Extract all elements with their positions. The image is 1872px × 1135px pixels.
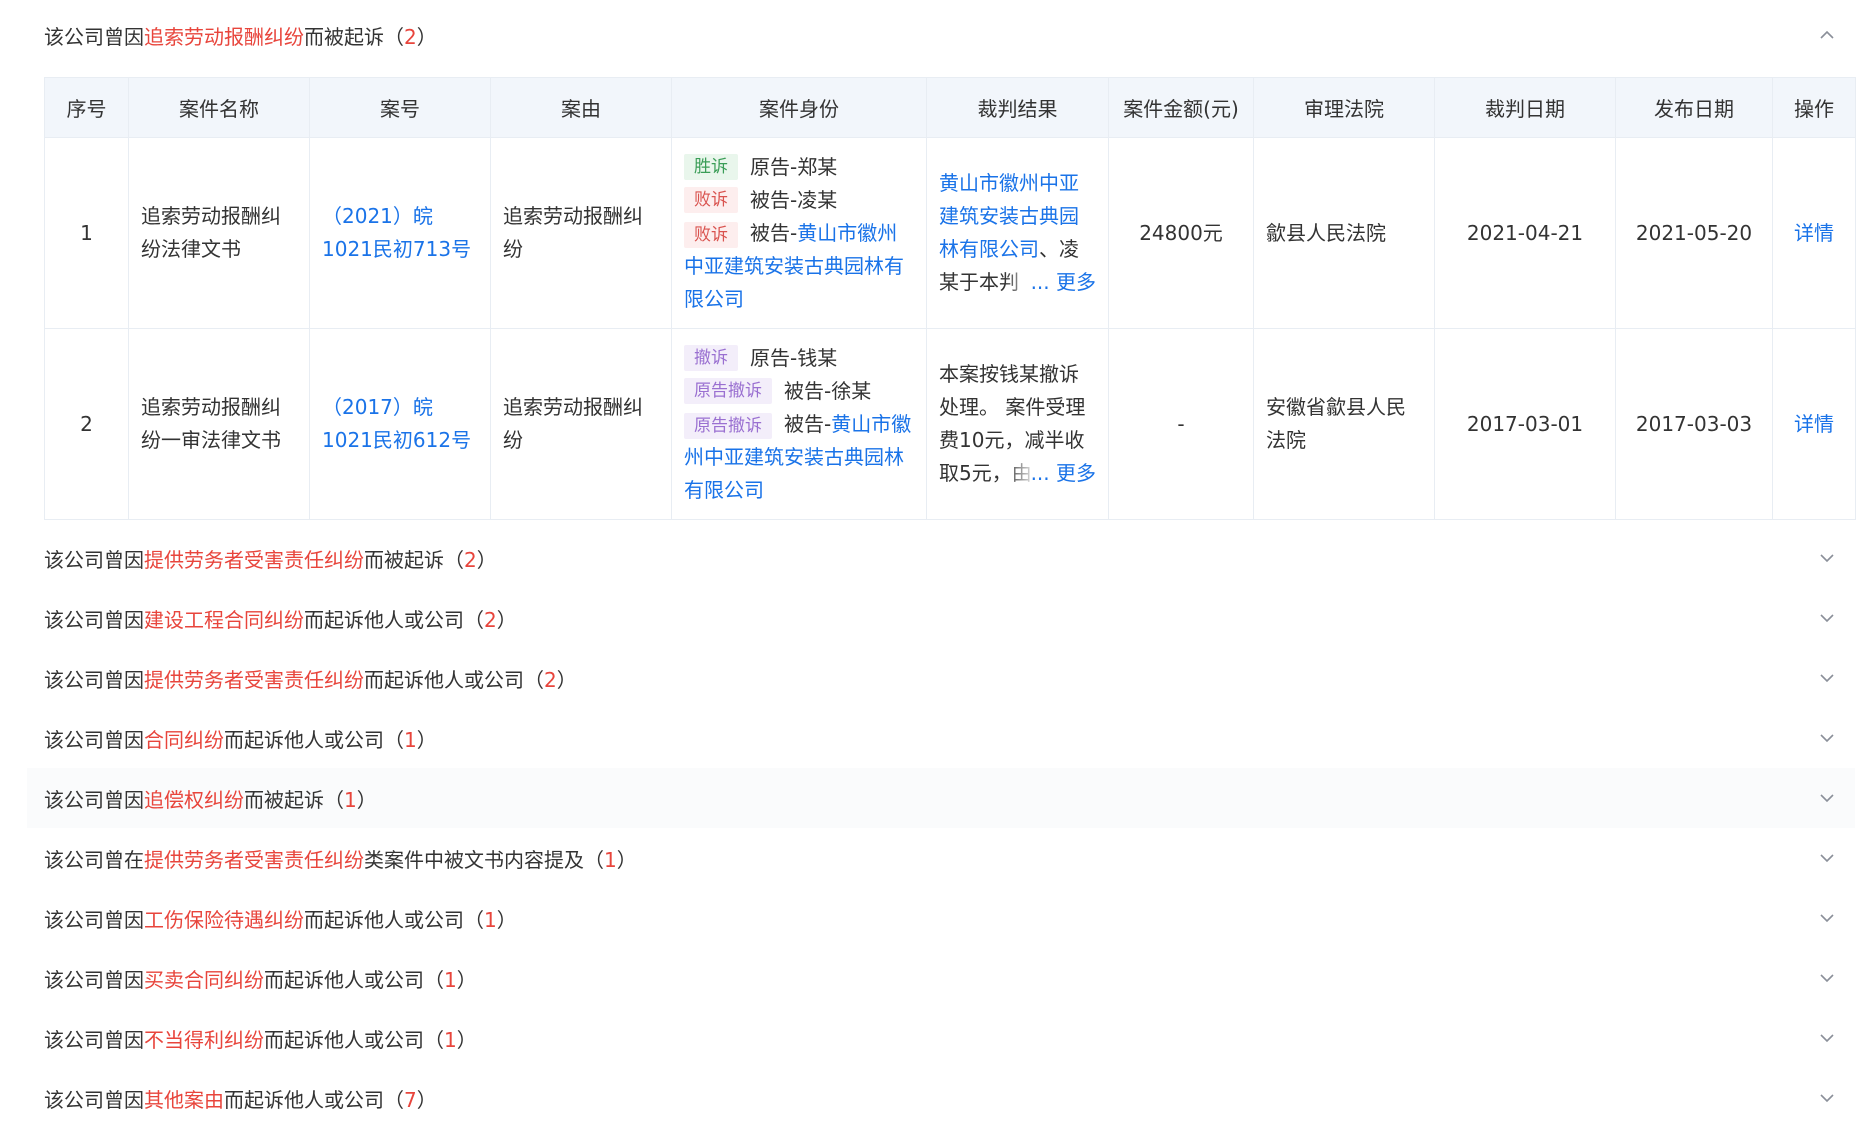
more-link[interactable]: ... 更多	[1031, 461, 1096, 485]
section-title: 该公司曾因提供劳务者受害责任纠纷而被起诉（2）	[44, 547, 497, 572]
section-header[interactable]: 该公司曾因提供劳务者受害责任纠纷而被起诉（2）	[27, 528, 1855, 588]
chevron-down-icon[interactable]	[1819, 610, 1835, 626]
cell-cause: 追索劳动报酬纠纷	[490, 137, 672, 329]
party-name: 郑某	[797, 154, 838, 179]
col-header-party-role: 案件身份	[671, 77, 927, 138]
section-header[interactable]: 该公司曾因买卖合同纠纷而起诉他人或公司（1）	[27, 948, 1855, 1008]
cell-parties: 胜诉 原告- 郑某 败诉 被告- 凌某 败诉 被告-黄山市徽州中亚建筑安装古典园林有限公司	[671, 137, 927, 329]
party-line: 败诉 被告- 凌某	[684, 184, 914, 217]
section-title: 该公司曾因追偿权纠纷而被起诉（1）	[44, 787, 377, 812]
section-title: 该公司曾因工伤保险待遇纠纷而起诉他人或公司（1）	[44, 907, 517, 932]
cell-court: 安徽省歙县人民法院	[1253, 328, 1435, 520]
chevron-down-icon[interactable]	[1819, 970, 1835, 986]
table-row: 1 追索劳动报酬纠纷法律文书 （2021）皖1021民初713号 追索劳动报酬纠…	[44, 137, 1856, 329]
party-name: 凌某	[797, 187, 838, 212]
cell-case-no[interactable]: （2021）皖1021民初713号	[309, 137, 491, 329]
party-line: 原告撤诉 被告-黄山市徽州中亚建筑安装古典园林有限公司	[684, 411, 912, 502]
cell-cause: 追索劳动报酬纠纷	[490, 328, 672, 520]
col-header-cause: 案由	[490, 77, 672, 138]
cell-judge-date: 2017-03-01	[1434, 328, 1616, 520]
col-header-court: 审理法院	[1253, 77, 1435, 138]
section-title: 该公司曾因合同纠纷而起诉他人或公司（1）	[44, 727, 437, 752]
col-header-action: 操作	[1772, 77, 1856, 138]
col-header-judge-date: 裁判日期	[1434, 77, 1616, 138]
cell-action[interactable]: 详情	[1772, 137, 1856, 329]
party-line: 败诉 被告-黄山市徽州中亚建筑安装古典园林有限公司	[684, 220, 904, 311]
section-title: 该公司曾因不当得利纠纷而起诉他人或公司（1）	[44, 1027, 477, 1052]
section-header[interactable]: 该公司曾因工伤保险待遇纠纷而起诉他人或公司（1）	[27, 888, 1855, 948]
chevron-down-icon[interactable]	[1819, 910, 1835, 926]
chevron-down-icon[interactable]	[1819, 790, 1835, 806]
section-header[interactable]: 该公司曾因提供劳务者受害责任纠纷而起诉他人或公司（2）	[27, 648, 1855, 708]
judgment-panel: 该公司曾因追索劳动报酬纠纷而被起诉（2） 序号 案件名称 案号 案由 案件身份 …	[0, 0, 1872, 1135]
party-name: 徐某	[831, 378, 872, 403]
more-link[interactable]: ... 更多	[1031, 270, 1096, 294]
cell-case-name: 追索劳动报酬纠纷法律文书	[128, 137, 310, 329]
section-title: 该公司曾因提供劳务者受害责任纠纷而起诉他人或公司（2）	[44, 667, 577, 692]
cell-judge-date: 2021-04-21	[1434, 137, 1616, 329]
section-header[interactable]: 该公司曾因追偿权纠纷而被起诉（1）	[27, 768, 1855, 828]
detail-link[interactable]: 详情	[1794, 412, 1834, 436]
col-header-publish-date: 发布日期	[1615, 77, 1773, 138]
chevron-down-icon[interactable]	[1819, 670, 1835, 686]
section-title: 该公司曾在提供劳务者受害责任纠纷类案件中被文书内容提及（1）	[44, 847, 637, 872]
cell-court: 歙县人民法院	[1253, 137, 1435, 329]
chevron-down-icon[interactable]	[1819, 550, 1835, 566]
section-header[interactable]: 该公司曾因其他案由而起诉他人或公司（7）	[27, 1068, 1855, 1128]
party-line: 胜诉 原告- 郑某	[684, 151, 914, 184]
cell-judgment: 黄山市徽州中亚建筑安装古典园林有限公司、凌某于本判 ... 更多	[926, 137, 1109, 329]
party-line: 撤诉 原告- 钱某	[684, 342, 914, 375]
cell-action[interactable]: 详情	[1772, 328, 1856, 520]
section-header[interactable]: 该公司曾在提供劳务者受害责任纠纷类案件中被文书内容提及（1）	[27, 828, 1855, 888]
section-title: 该公司曾因建设工程合同纠纷而起诉他人或公司（2）	[44, 607, 517, 632]
section-title: 该公司曾因追索劳动报酬纠纷而被起诉（2）	[44, 24, 437, 49]
cell-publish-date: 2021-05-20	[1615, 137, 1773, 329]
section-title: 该公司曾因买卖合同纠纷而起诉他人或公司（1）	[44, 967, 477, 992]
cell-amount: -	[1108, 328, 1254, 520]
verdict-tag: 原告撤诉	[684, 412, 772, 439]
party-line: 原告撤诉 被告- 徐某	[684, 375, 914, 408]
section-header[interactable]: 该公司曾因不当得利纠纷而起诉他人或公司（1）	[27, 1008, 1855, 1068]
cell-index: 2	[44, 328, 129, 520]
col-header-case-name: 案件名称	[128, 77, 310, 138]
case-table: 序号 案件名称 案号 案由 案件身份 裁判结果 案件金额(元) 审理法院 裁判日…	[44, 77, 1856, 520]
col-header-index: 序号	[44, 77, 129, 138]
case-no-link[interactable]: （2017）皖1021民初612号	[322, 395, 471, 452]
col-header-judgment: 裁判结果	[926, 77, 1109, 138]
cell-index: 1	[44, 137, 129, 329]
col-header-case-no: 案号	[309, 77, 491, 138]
chevron-down-icon[interactable]	[1819, 850, 1835, 866]
cell-parties: 撤诉 原告- 钱某 原告撤诉 被告- 徐某 原告撤诉 被告-黄山市徽州中亚建筑安装古典园林…	[671, 328, 927, 520]
col-header-amount: 案件金额(元)	[1108, 77, 1254, 138]
table-row: 2 追索劳动报酬纠纷一审法律文书 （2017）皖1021民初612号 追索劳动报…	[44, 328, 1856, 520]
chevron-down-icon[interactable]	[1819, 1030, 1835, 1046]
party-name: 钱某	[797, 345, 838, 370]
verdict-tag: 撤诉	[684, 345, 738, 371]
chevron-up-icon[interactable]	[1819, 27, 1835, 43]
chevron-down-icon[interactable]	[1819, 730, 1835, 746]
verdict-tag: 原告撤诉	[684, 378, 772, 404]
detail-link[interactable]: 详情	[1794, 221, 1834, 245]
cell-case-no[interactable]: （2017）皖1021民初612号	[309, 328, 491, 520]
cell-case-name: 追索劳动报酬纠纷一审法律文书	[128, 328, 310, 520]
section-header[interactable]: 该公司曾因建设工程合同纠纷而起诉他人或公司（2）	[27, 588, 1855, 648]
cell-judgment: 本案按钱某撤诉处理。 案件受理费10元，减半收取5元，由 ... 更多	[926, 328, 1109, 520]
table-header-row: 序号 案件名称 案号 案由 案件身份 裁判结果 案件金额(元) 审理法院 裁判日…	[44, 77, 1856, 138]
section-title: 该公司曾因其他案由而起诉他人或公司（7）	[44, 1087, 437, 1112]
chevron-down-icon[interactable]	[1819, 1090, 1835, 1106]
verdict-tag: 胜诉	[684, 154, 738, 180]
cell-amount: 24800元	[1108, 137, 1254, 329]
section-header[interactable]: 该公司曾因合同纠纷而起诉他人或公司（1）	[27, 708, 1855, 768]
verdict-tag: 败诉	[684, 221, 738, 248]
verdict-tag: 败诉	[684, 187, 738, 213]
case-no-link[interactable]: （2021）皖1021民初713号	[322, 204, 471, 261]
section-header[interactable]: 该公司曾因追索劳动报酬纠纷而被起诉（2）	[27, 5, 1855, 65]
cell-publish-date: 2017-03-03	[1615, 328, 1773, 520]
